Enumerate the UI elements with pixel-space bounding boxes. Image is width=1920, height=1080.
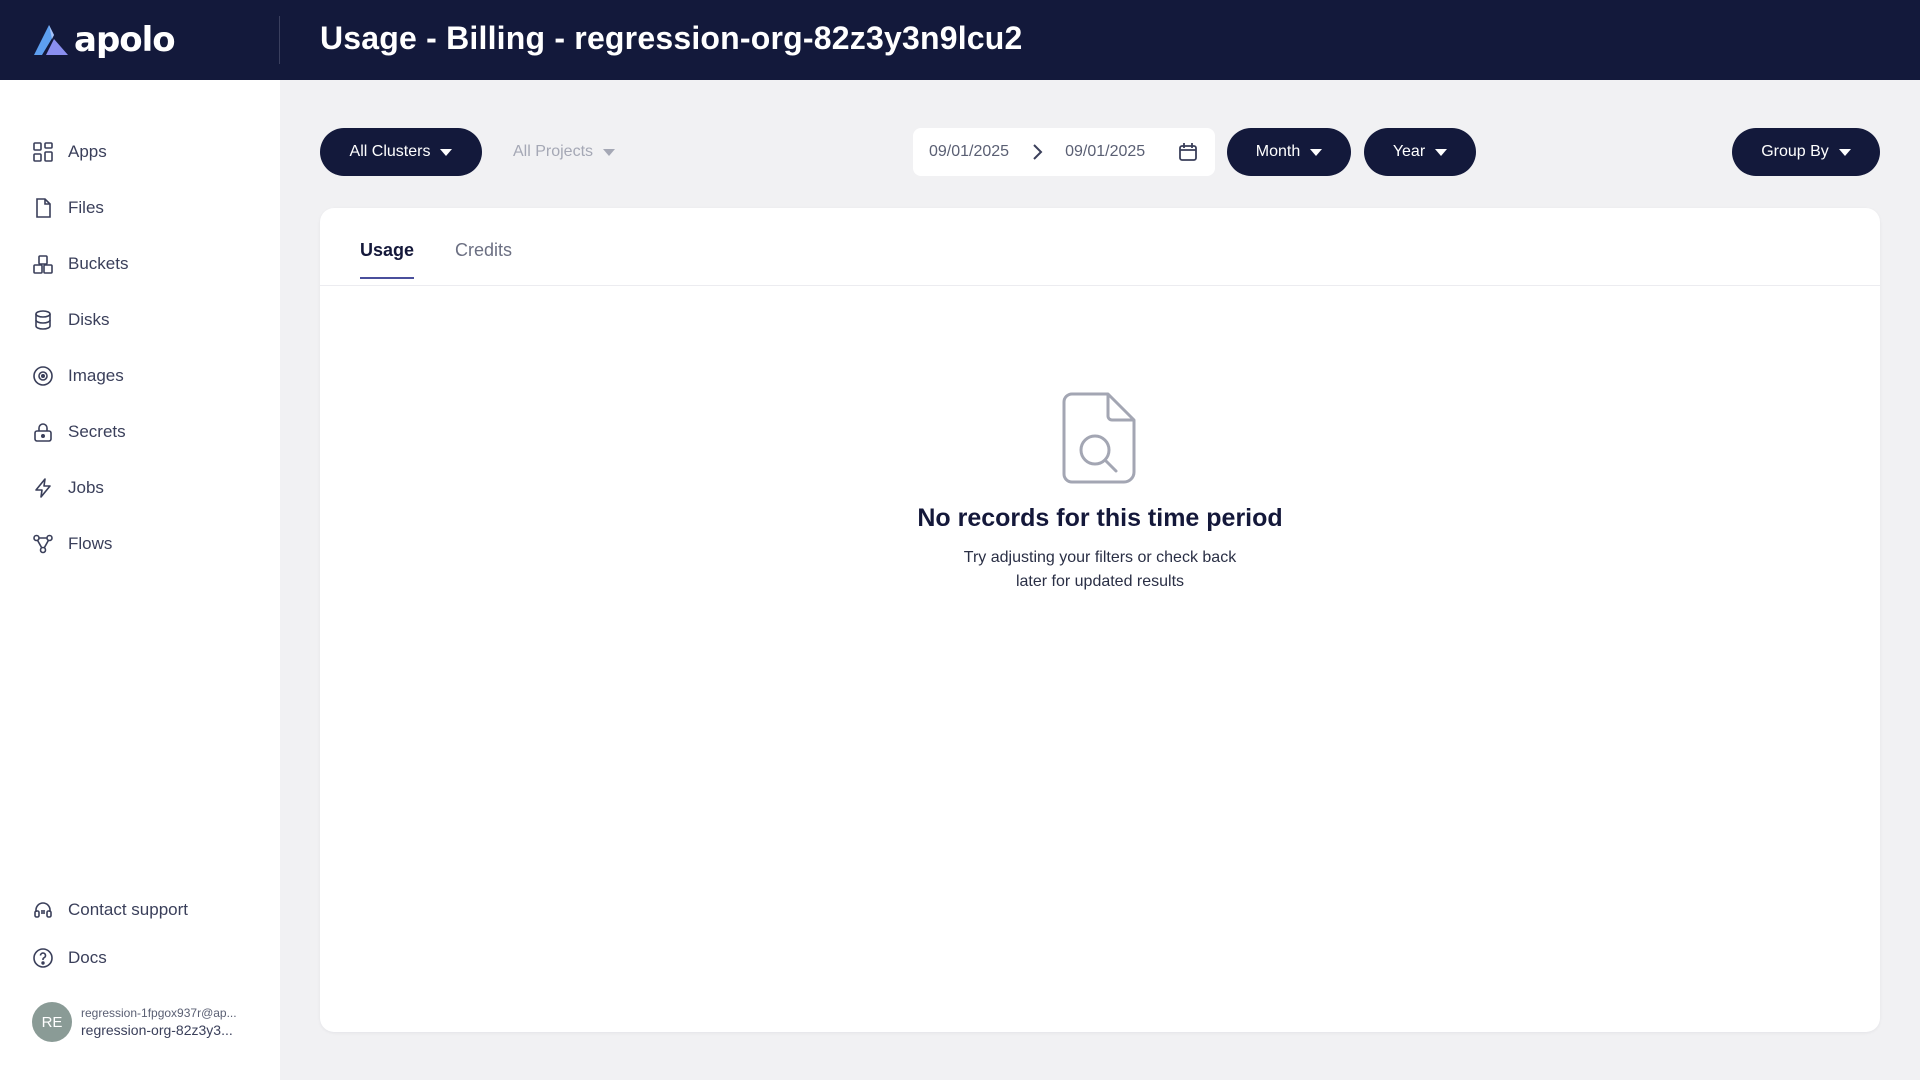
top-bar: apolo Usage - Billing - regression-org-8… [0, 0, 1920, 80]
sidebar-item-apps[interactable]: Apps [32, 134, 107, 170]
image-icon [33, 366, 53, 386]
grid-icon [33, 142, 53, 162]
file-search-icon [1062, 392, 1136, 484]
empty-state-subtitle-line2: later for updated results [1015, 573, 1185, 590]
file-icon [36, 198, 51, 218]
sidebar: Apps Files Buckets Disks Images Secrets [0, 80, 280, 1080]
empty-state-title: No records for this time period [917, 504, 1283, 532]
apolo-logo-icon [34, 25, 68, 55]
period-dropdown[interactable]: Month [1227, 128, 1351, 176]
caret-down-icon [1435, 148, 1448, 156]
headset-icon [34, 902, 52, 918]
contact-support-link[interactable]: Contact support [32, 892, 188, 928]
usage-card: Usage Credits No records for this time p… [320, 208, 1880, 1032]
calendar-icon[interactable] [1177, 141, 1199, 163]
contact-support-label: Contact support [68, 900, 189, 919]
sidebar-item-label: Apps [68, 142, 107, 161]
empty-state-subtitle: Try adjusting your filters or check back… [900, 546, 1300, 594]
flow-icon [33, 534, 53, 554]
database-icon [35, 310, 51, 330]
lightning-icon [35, 478, 51, 498]
all-projects-label: All Projects [512, 143, 594, 160]
docs-link[interactable]: Docs [32, 940, 107, 976]
avatar: RE [32, 1002, 72, 1042]
group-by-label: Group By [1761, 143, 1829, 160]
year-label: Year [1392, 143, 1426, 160]
sidebar-item-flows[interactable]: Flows [32, 526, 112, 562]
sidebar-item-label: Secrets [68, 422, 126, 441]
sidebar-item-label: Files [68, 198, 104, 217]
sidebar-item-disks[interactable]: Disks [32, 302, 110, 338]
user-email: regression-1fpgox937r@ap... [81, 1006, 237, 1020]
apolo-logo[interactable]: apolo [32, 20, 176, 60]
sidebar-item-label: Flows [68, 534, 113, 553]
chevron-right-icon [1033, 144, 1043, 160]
help-circle-icon [33, 948, 53, 968]
sidebar-item-label: Buckets [68, 254, 129, 273]
header-divider [279, 16, 280, 64]
sidebar-item-jobs[interactable]: Jobs [32, 470, 104, 506]
tab-bar: Usage Credits [320, 208, 1880, 286]
logo-text: apolo [74, 20, 176, 60]
bucket-icon [33, 255, 53, 274]
user-org: regression-org-82z3y3... [81, 1022, 233, 1038]
sidebar-item-secrets[interactable]: Secrets [32, 414, 126, 450]
docs-label: Docs [68, 948, 107, 967]
period-label: Month [1255, 143, 1301, 160]
page-title: Usage - Billing - regression-org-82z3y3n… [320, 20, 1023, 56]
empty-state-subtitle-line1: Try adjusting your filters or check back [963, 549, 1237, 566]
date-start[interactable]: 09/01/2025 [929, 143, 1009, 161]
date-range-picker[interactable]: 09/01/2025 09/01/2025 [913, 128, 1215, 176]
group-by-dropdown[interactable]: Group By [1732, 128, 1880, 176]
caret-down-icon [603, 148, 616, 156]
all-clusters-dropdown[interactable]: All Clusters [320, 128, 482, 176]
tab-credits[interactable]: Credits [455, 240, 512, 277]
sidebar-item-files[interactable]: Files [32, 190, 104, 226]
sidebar-item-label: Images [68, 366, 124, 385]
sidebar-item-images[interactable]: Images [32, 358, 124, 394]
all-clusters-label: All Clusters [349, 143, 431, 160]
caret-down-icon [1838, 148, 1851, 156]
tab-usage[interactable]: Usage [360, 240, 415, 279]
sidebar-item-label: Disks [68, 310, 110, 329]
sidebar-item-buckets[interactable]: Buckets [32, 246, 128, 282]
caret-down-icon [440, 148, 453, 156]
date-end[interactable]: 09/01/2025 [1065, 143, 1145, 161]
lock-icon [34, 423, 52, 442]
sidebar-item-label: Jobs [68, 478, 104, 497]
all-projects-dropdown[interactable]: All Projects [494, 128, 634, 176]
user-profile[interactable]: RE regression-1fpgox937r@ap... regressio… [32, 1002, 256, 1042]
year-dropdown[interactable]: Year [1364, 128, 1476, 176]
caret-down-icon [1310, 148, 1323, 156]
